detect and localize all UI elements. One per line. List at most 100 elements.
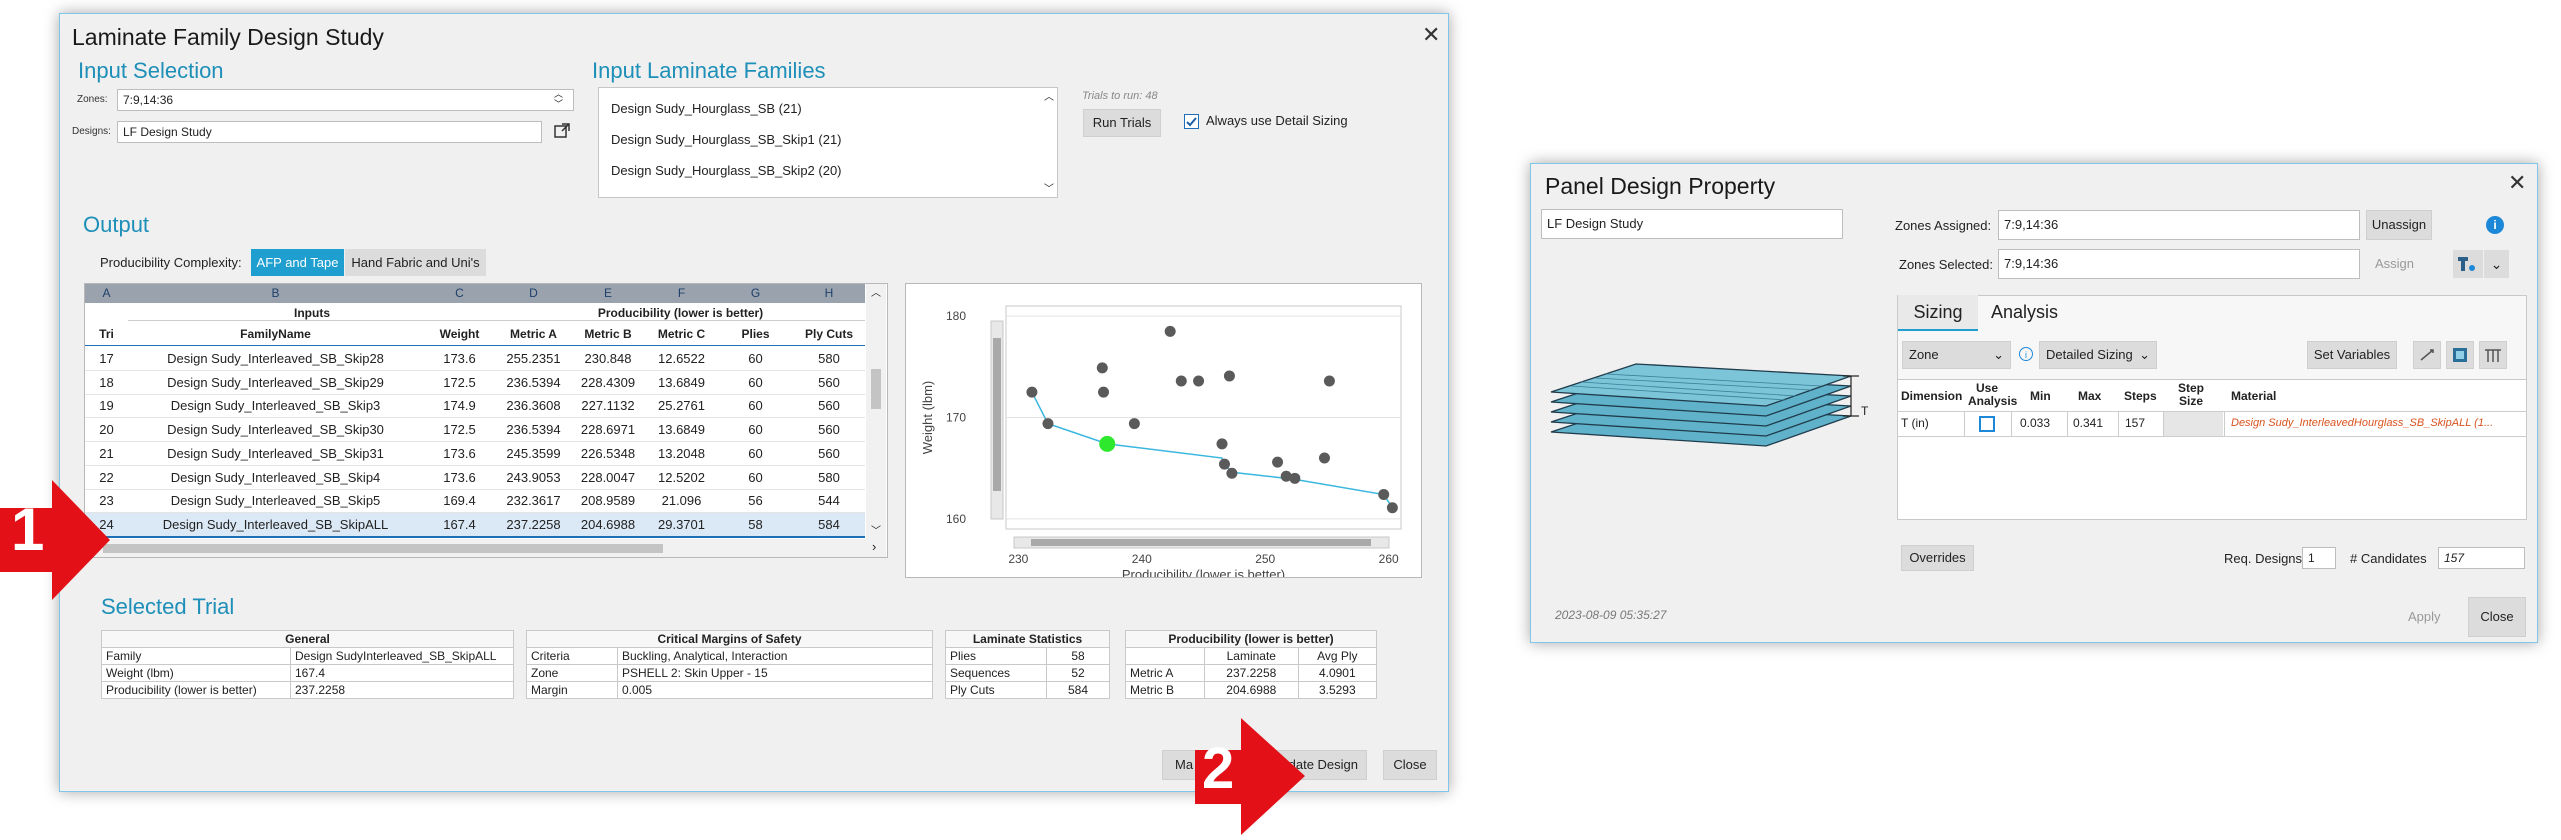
tab-hand-fabric[interactable]: Hand Fabric and Uni's — [345, 249, 486, 276]
min-cell[interactable]: 0.033 — [2020, 416, 2050, 430]
info-icon[interactable]: i — [2486, 216, 2504, 234]
use-analysis-checkbox[interactable] — [1979, 416, 1995, 432]
grid-horizontal-scrollbar[interactable]: ‹ › — [85, 539, 886, 557]
cell-weight: 173.6 — [443, 351, 476, 366]
col-letter-f[interactable]: F — [645, 284, 719, 303]
col-header-metric-c[interactable]: Metric C — [645, 327, 718, 341]
toolbar-icon-1[interactable] — [2413, 341, 2441, 369]
pareto-chart[interactable]: 160 170 180 230 240 250 260 Producibility (lowe… — [905, 283, 1422, 582]
col-letter-c[interactable]: C — [423, 284, 497, 303]
col-header-familyname[interactable]: FamilyName — [128, 327, 423, 341]
laminate-statistics-table: Laminate Statistics Plies 58 Sequences 52 … — [945, 630, 1110, 699]
col-header-ply-cuts[interactable]: Ply Cuts — [793, 327, 865, 341]
table-cell: 584 — [1046, 681, 1110, 699]
scroll-thumb[interactable] — [103, 544, 663, 553]
cell-metric-a: 232.3617 — [506, 493, 561, 509]
col-letter-a[interactable]: A — [85, 284, 129, 303]
overrides-button[interactable]: Overrides — [1901, 545, 1974, 571]
table-row[interactable]: 23 Design Sudy_Interleaved_SB_Skip5 169.4 2… — [85, 489, 865, 514]
col-header-metric-a[interactable]: Metric A — [496, 327, 571, 341]
table-row[interactable]: 17 Design Sudy_Interleaved_SB_Skip28 173.6… — [85, 347, 865, 371]
list-item[interactable]: Design Sudy_Hourglass_SB_Skip2 (20) — [611, 163, 842, 178]
assign-button[interactable]: Assign — [2375, 256, 2414, 271]
scroll-right-icon[interactable]: › — [872, 539, 876, 554]
table-row[interactable]: 18 Design Sudy_Interleaved_SB_Skip29 172.5… — [85, 371, 865, 395]
table-row[interactable]: 24 Design Sudy_Interleaved_SB_SkipALL 167.… — [85, 512, 865, 538]
col-header-tri[interactable]: Tri — [85, 327, 128, 341]
cell-metric-a: 236.3608 — [506, 398, 561, 414]
zones-assigned-input[interactable]: 7:9,14:36 — [1998, 210, 2360, 240]
cell-weight: 174.9 — [443, 398, 476, 414]
candidates-input[interactable]: 157 — [2438, 547, 2525, 569]
table-cell: Design SudyInterleaved_SB_SkipALL — [290, 647, 514, 665]
cell-familyname: Design Sudy_Interleaved_SB_Skip28 — [167, 351, 384, 366]
apply-button[interactable]: Apply — [2408, 609, 2441, 624]
table-row[interactable]: 20 Design Sudy_Interleaved_SB_Skip30 172.5… — [85, 418, 865, 443]
toolbar-icon-3[interactable] — [2479, 341, 2507, 369]
list-item[interactable]: Design Sudy_Hourglass_SB (21) — [611, 101, 802, 116]
table-row[interactable]: 19 Design Sudy_Interleaved_SB_Skip3 174.9 2… — [85, 394, 865, 419]
trials-grid[interactable]: A B C D E F G H Inputs Producibility (lo… — [84, 283, 888, 558]
tab-analysis[interactable]: Analysis — [1991, 295, 2058, 329]
toolbar-icon-2[interactable] — [2446, 341, 2474, 369]
col-header-metric-b[interactable]: Metric B — [571, 327, 645, 341]
table-row[interactable]: 22 Design Sudy_Interleaved_SB_Skip4 173.6 2… — [85, 466, 865, 490]
zone-dropdown[interactable]: Zone ⌄ — [1902, 341, 2011, 369]
unassign-button[interactable]: Unassign — [2366, 210, 2432, 240]
grid-vertical-scrollbar[interactable]: ︿ ﹀ — [866, 284, 886, 539]
req-designs-input[interactable]: 1 — [2302, 547, 2336, 569]
steps-cell[interactable]: 157 — [2125, 416, 2145, 430]
col-letter-b[interactable]: B — [128, 284, 424, 303]
table-row[interactable]: T (in) 0.033 0.341 157 Design Sudy_Inter… — [1898, 411, 2526, 437]
close-icon[interactable]: ✕ — [2508, 170, 2526, 196]
table-cell: Family — [101, 647, 291, 665]
step-size-cell[interactable] — [2163, 412, 2223, 436]
cell-metric-b: 204.6988 — [580, 516, 636, 532]
table-cell: Criteria — [526, 647, 618, 665]
close-icon[interactable]: ✕ — [1422, 22, 1440, 48]
col-letter-e[interactable]: E — [571, 284, 646, 303]
table-cell: 237.2258 — [1204, 664, 1299, 682]
always-detail-checkbox[interactable] — [1184, 114, 1199, 129]
max-cell[interactable]: 0.341 — [2073, 416, 2103, 430]
tab-afp-and-tape[interactable]: AFP and Tape — [251, 249, 344, 276]
scroll-up-icon[interactable]: ︿ — [871, 284, 881, 299]
open-external-icon[interactable] — [553, 122, 571, 145]
cell-metric-c: 25.2761 — [658, 398, 705, 414]
designs-input[interactable]: LF Design Study — [117, 121, 542, 143]
material-cell[interactable]: Design Sudy_InterleavedHourglass_SB_Skip… — [2231, 417, 2493, 429]
info-drop-icon[interactable]: i — [2019, 347, 2033, 361]
detailed-sizing-dropdown[interactable]: Detailed Sizing ⌄ — [2039, 341, 2157, 369]
set-variables-button[interactable]: Set Variables — [2307, 341, 2397, 369]
col-header-plies[interactable]: Plies — [718, 327, 793, 341]
col-letter-h[interactable]: H — [793, 284, 866, 303]
tab-sizing[interactable]: Sizing — [1898, 295, 1978, 331]
table-row[interactable]: 21 Design Sudy_Interleaved_SB_Skip31 173.6… — [85, 442, 865, 466]
families-list[interactable]: Design Sudy_Hourglass_SB (21) Design Sud… — [598, 87, 1058, 198]
scroll-thumb[interactable] — [871, 369, 881, 409]
chevron-down-icon: ⌄ — [2139, 347, 2150, 362]
close-button[interactable]: Close — [1383, 750, 1437, 780]
timestamp: 2023-08-09 05:35:27 — [1555, 608, 1667, 622]
list-item[interactable]: Design Sudy_Hourglass_SB_Skip1 (21) — [611, 132, 842, 147]
chevron-down-icon[interactable]: ⌄ — [2484, 250, 2509, 278]
cell-ply-cuts: 580 — [818, 469, 840, 485]
close-button[interactable]: Close — [2468, 597, 2526, 637]
scroll-up-icon[interactable]: ︿ — [1044, 88, 1054, 103]
scroll-down-icon[interactable]: ﹀ — [871, 522, 881, 537]
zones-selected-input[interactable]: 7:9,14:36 — [1998, 249, 2360, 279]
col-letter-g[interactable]: G — [718, 284, 794, 303]
zones-input[interactable]: 7:9,14:36 — [117, 89, 574, 111]
design-name-input[interactable]: LF Design Study — [1541, 209, 1843, 239]
zones-scroll-arrows[interactable]: ︿ ﹀ — [554, 89, 563, 109]
scroll-down-icon[interactable]: ﹀ — [1044, 180, 1054, 195]
table-cell: Sequences — [945, 664, 1047, 682]
data-point — [1026, 386, 1038, 398]
cell-tri: 21 — [99, 445, 114, 461]
margins-table: Critical Margins of Safety Criteria Buckl… — [526, 630, 933, 699]
cell-metric-a: 243.9053 — [506, 469, 561, 485]
col-header-weight[interactable]: Weight — [423, 327, 496, 341]
run-trials-button[interactable]: Run Trials — [1083, 109, 1161, 137]
tool-icon[interactable] — [2453, 250, 2483, 278]
col-letter-d[interactable]: D — [496, 284, 572, 303]
